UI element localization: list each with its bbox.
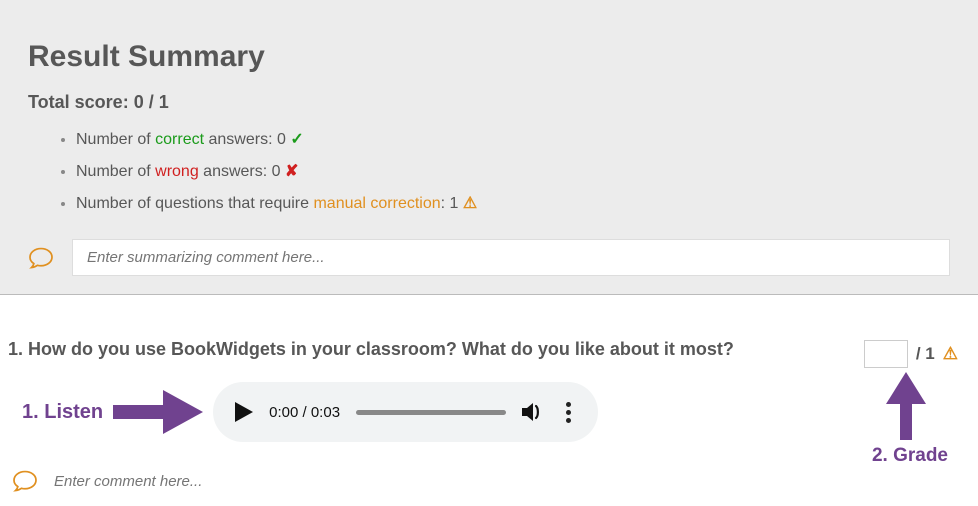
grade-box: / 1 ⚠ [864, 340, 958, 368]
correct-word: correct [155, 131, 204, 148]
listen-row: 1. Listen 0:00 / 0:03 [22, 382, 970, 442]
comment-icon [12, 470, 38, 492]
question-title: 1. How do you use BookWidgets in your cl… [8, 339, 970, 360]
check-icon: ✓ [290, 131, 303, 148]
total-score: Total score: 0 / 1 [28, 92, 950, 113]
total-score-value: 0 / 1 [134, 92, 169, 112]
comment-icon [28, 247, 54, 269]
arrow-right-icon [113, 390, 203, 434]
listen-step-label: 1. Listen [22, 401, 103, 424]
summary-title: Result Summary [28, 40, 950, 74]
correct-answers-line: Number of correct answers: 0 ✓ [76, 123, 950, 155]
grade-step-label: 2. Grade [872, 445, 948, 467]
summary-comment-wrapper [72, 239, 950, 276]
warning-icon: ⚠ [943, 344, 958, 364]
warning-icon: ⚠ [463, 195, 477, 212]
audio-player: 0:00 / 0:03 [213, 382, 598, 442]
volume-button[interactable] [522, 402, 544, 422]
answer-summary-list: Number of correct answers: 0 ✓ Number of… [28, 123, 950, 219]
manual-answers-line: Number of questions that require manual … [76, 187, 950, 219]
question-comment-input[interactable] [52, 472, 257, 491]
play-button[interactable] [235, 402, 253, 422]
arrow-up-icon [886, 372, 926, 440]
summary-comment-input[interactable] [85, 248, 937, 267]
audio-time: 0:00 / 0:03 [269, 404, 340, 421]
grade-input[interactable] [864, 340, 908, 368]
x-icon: ✘ [285, 163, 298, 180]
grade-denominator: / 1 [916, 344, 935, 364]
audio-progress-bar[interactable] [356, 410, 506, 415]
question-comment-wrapper [52, 472, 257, 491]
wrong-word: wrong [155, 163, 199, 180]
manual-word: manual correction [313, 195, 440, 212]
total-score-label: Total score: [28, 92, 129, 112]
summary-comment-row [28, 239, 950, 276]
result-summary-card: Result Summary Total score: 0 / 1 Number… [0, 0, 978, 295]
audio-more-button[interactable] [560, 402, 576, 423]
question-comment-row [12, 470, 792, 492]
wrong-answers-line: Number of wrong answers: 0 ✘ [76, 155, 950, 187]
question-block: 1. How do you use BookWidgets in your cl… [0, 339, 978, 492]
